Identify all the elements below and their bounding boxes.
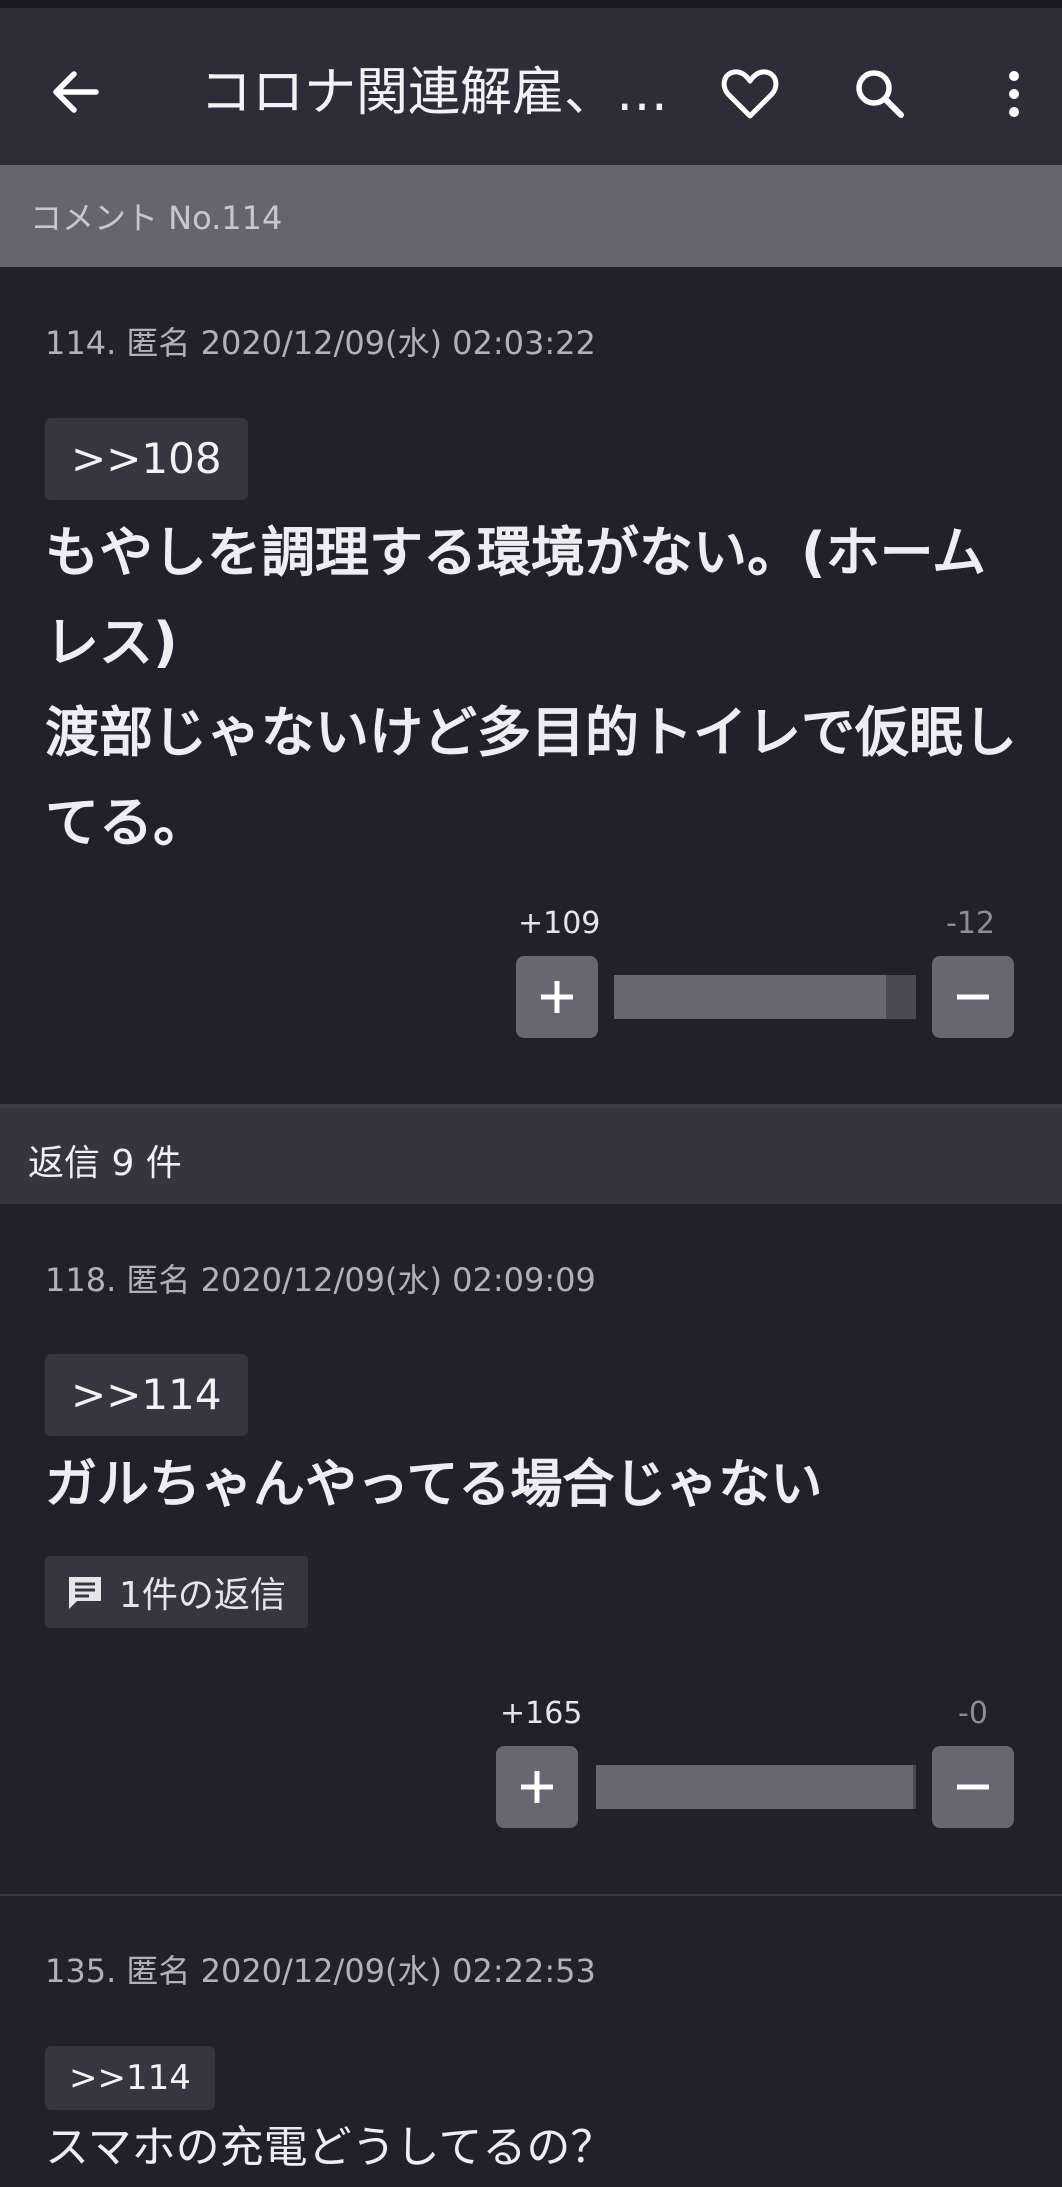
post-meta: 118. 匿名 2020/12/09(水) 02:09:09 bbox=[45, 1261, 596, 1299]
search-icon[interactable] bbox=[848, 62, 912, 126]
reply-anchor-link[interactable]: >>114 bbox=[45, 2046, 215, 2110]
plus-count: +109 bbox=[518, 906, 601, 941]
page-title: コロナ関連解雇、… bbox=[200, 63, 669, 123]
comment-number-label: コメント No.114 bbox=[30, 199, 283, 237]
post-meta: 135. 匿名 2020/12/09(水) 02:22:53 bbox=[45, 1952, 596, 1990]
arrow-back-icon[interactable] bbox=[44, 60, 108, 124]
post-body: ガルちゃんやってる場合じゃない bbox=[45, 1455, 823, 1515]
comment-icon bbox=[69, 1577, 101, 1609]
vote-ratio-bar bbox=[596, 1765, 916, 1809]
plus-icon bbox=[521, 1771, 553, 1803]
post-body-line: 渡部じゃないけど多目的トイレで仮眠し bbox=[45, 701, 1017, 764]
post-body-line: レス) bbox=[45, 611, 178, 674]
vote-ratio-fill bbox=[614, 975, 886, 1019]
minus-vote-button[interactable] bbox=[932, 956, 1014, 1038]
vote-ratio-bar bbox=[614, 975, 916, 1019]
reply-count-button[interactable]: 1件の返信 bbox=[45, 1556, 308, 1628]
reply-count-label: 1件の返信 bbox=[119, 1575, 286, 1616]
reply-anchor-link[interactable]: >>114 bbox=[45, 1354, 248, 1436]
post-meta: 114. 匿名 2020/12/09(水) 02:03:22 bbox=[45, 324, 596, 362]
minus-icon bbox=[957, 1784, 989, 1790]
post-body: スマホの充電どうしてるの？ bbox=[45, 2122, 615, 2173]
more-vert-icon[interactable] bbox=[990, 62, 1038, 126]
reply-anchor-link[interactable]: >>108 bbox=[45, 418, 248, 500]
minus-icon bbox=[957, 994, 989, 1000]
plus-vote-button[interactable] bbox=[516, 956, 598, 1038]
replies-header-label: 返信 9 件 bbox=[28, 1143, 182, 1184]
post-divider bbox=[0, 1894, 1062, 1896]
minus-vote-button[interactable] bbox=[932, 1746, 1014, 1828]
comment-number-bar: コメント No.114 bbox=[0, 165, 1062, 267]
post-body: もやしを調理する環境がない。(ホーム レス) 渡部じゃないけど多目的トイレで仮眠… bbox=[45, 508, 1035, 868]
app-bar: コロナ関連解雇、… bbox=[0, 0, 1062, 165]
plus-icon bbox=[541, 981, 573, 1013]
vote-ratio-fill bbox=[596, 1765, 913, 1809]
post-body-line: てる。 bbox=[45, 791, 207, 854]
post-body-line: もやしを調理する環境がない。(ホーム bbox=[45, 521, 987, 584]
minus-count: -0 bbox=[958, 1696, 988, 1731]
replies-header: 返信 9 件 bbox=[0, 1104, 1062, 1204]
page: コロナ関連解雇、… コメント No.114 114. 匿名 2020/12/09… bbox=[0, 0, 1062, 2187]
heart-outline-icon[interactable] bbox=[718, 62, 782, 126]
plus-vote-button[interactable] bbox=[496, 1746, 578, 1828]
minus-count: -12 bbox=[946, 906, 995, 941]
plus-count: +165 bbox=[500, 1696, 583, 1731]
